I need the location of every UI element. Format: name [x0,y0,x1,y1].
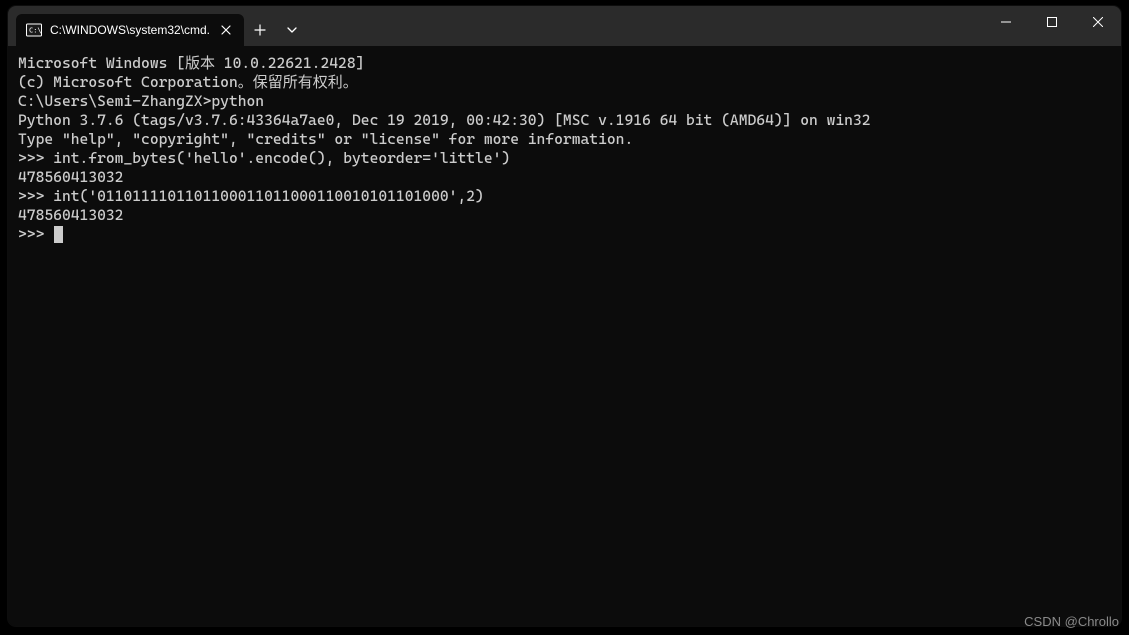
terminal-line: C:\Users\Semi-ZhangZX>python [18,92,1111,111]
titlebar: C:\ C:\WINDOWS\system32\cmd. [8,6,1121,46]
terminal-output[interactable]: Microsoft Windows [版本 10.0.22621.2428](c… [8,46,1121,626]
close-button[interactable] [1075,6,1121,38]
active-tab[interactable]: C:\ C:\WINDOWS\system32\cmd. [16,14,244,46]
terminal-line: Microsoft Windows [版本 10.0.22621.2428] [18,54,1111,73]
watermark: CSDN @Chrollo [1024,614,1119,629]
terminal-line: 478560413032 [18,206,1111,225]
terminal-line: Type "help", "copyright", "credits" or "… [18,130,1111,149]
tab-dropdown-button[interactable] [276,14,308,46]
terminal-line: >>> int('0110111101101100011011000110010… [18,187,1111,206]
terminal-line: Python 3.7.6 (tags/v3.7.6:43364a7ae0, De… [18,111,1111,130]
terminal-line: >>> [18,225,1111,244]
new-tab-button[interactable] [244,14,276,46]
terminal-window: C:\ C:\WINDOWS\system32\cmd. [8,6,1121,626]
tab-close-button[interactable] [218,22,234,38]
svg-text:C:\: C:\ [29,27,42,35]
terminal-line: >>> int.from_bytes('hello'.encode(), byt… [18,149,1111,168]
window-controls [983,6,1121,38]
terminal-line: (c) Microsoft Corporation。保留所有权利。 [18,73,1111,92]
terminal-line: 478560413032 [18,168,1111,187]
cursor [54,226,63,243]
tab-strip: C:\ C:\WINDOWS\system32\cmd. [8,6,308,46]
maximize-button[interactable] [1029,6,1075,38]
tab-title: C:\WINDOWS\system32\cmd. [50,23,210,37]
minimize-button[interactable] [983,6,1029,38]
cmd-icon: C:\ [26,22,42,38]
